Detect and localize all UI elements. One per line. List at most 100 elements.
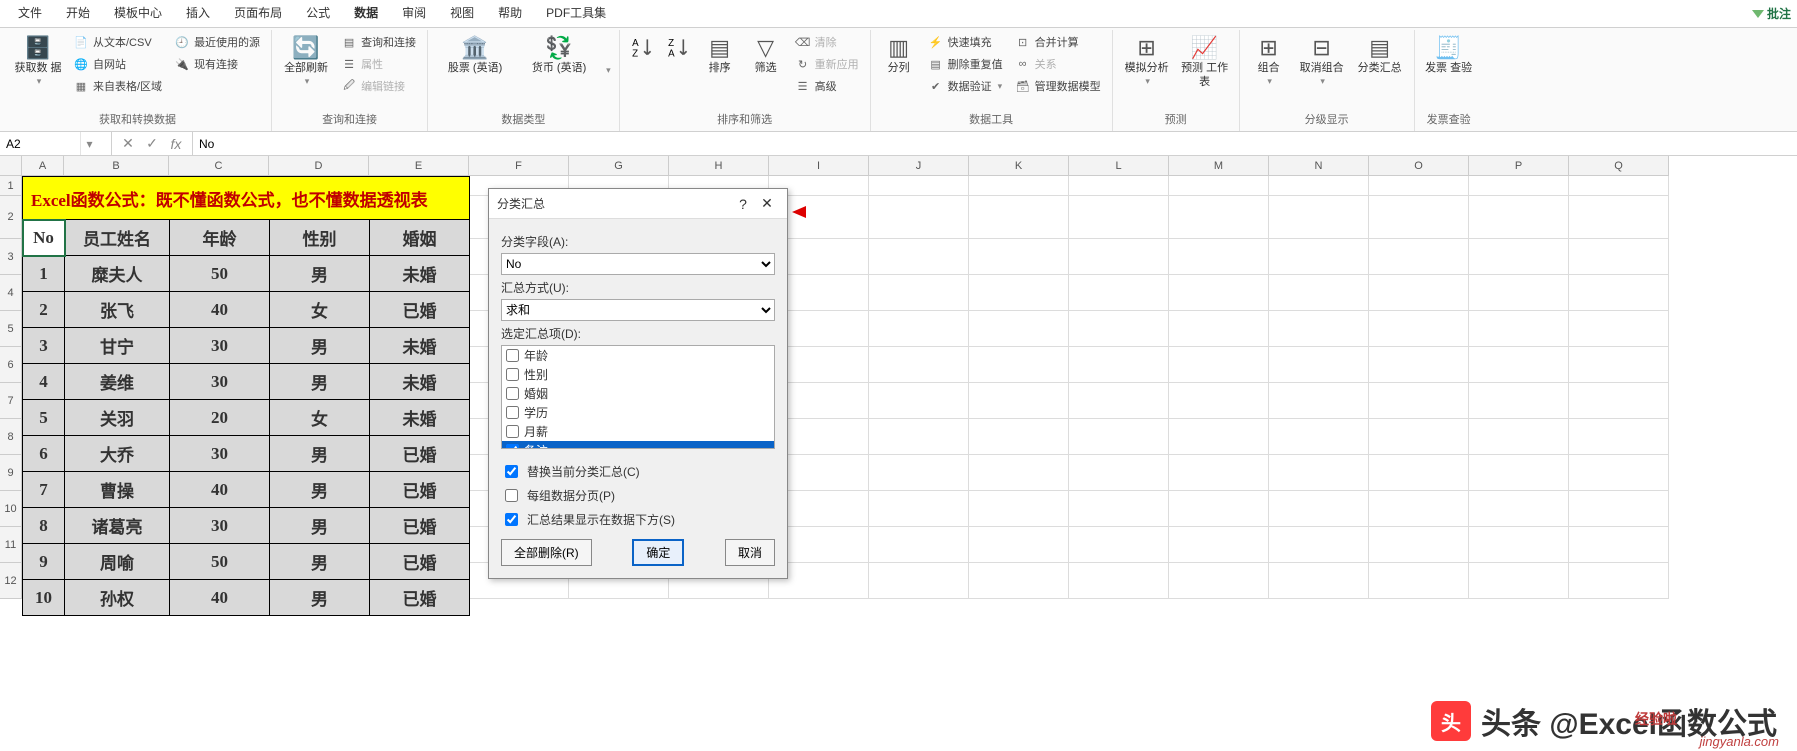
table-cell[interactable]: 已婚 <box>370 580 470 616</box>
cell[interactable] <box>1069 311 1169 347</box>
table-cell[interactable]: 女 <box>270 292 370 328</box>
cell[interactable] <box>1069 563 1169 599</box>
cell[interactable] <box>1469 239 1569 275</box>
currency-button[interactable]: 💱货币 (英语) <box>520 32 598 78</box>
listbox-item[interactable]: 备注 <box>502 441 774 449</box>
recent-sources-button[interactable]: 🕘最近使用的源 <box>171 32 263 52</box>
cell[interactable] <box>1269 419 1369 455</box>
table-cell[interactable]: 关羽 <box>65 400 170 436</box>
cell[interactable] <box>1369 275 1469 311</box>
menu-item-4[interactable]: 页面布局 <box>222 0 294 28</box>
accept-formula-button[interactable]: ✓ <box>142 135 162 152</box>
table-cell[interactable]: 未婚 <box>370 364 470 400</box>
table-cell[interactable]: 男 <box>270 472 370 508</box>
table-cell[interactable]: 7 <box>23 472 65 508</box>
cell[interactable] <box>1069 196 1169 239</box>
items-listbox[interactable]: 年龄性别婚姻学历月薪备注 <box>501 345 775 449</box>
row-header[interactable]: 8 <box>0 419 21 455</box>
remove-dup-button[interactable]: ▤删除重复值 <box>925 54 1006 74</box>
table-cell[interactable]: 10 <box>23 580 65 616</box>
menu-item-6[interactable]: 数据 <box>342 0 390 28</box>
cell[interactable] <box>1069 239 1169 275</box>
cell[interactable] <box>869 527 969 563</box>
listbox-checkbox[interactable] <box>506 406 519 419</box>
pagebreak-cb-input[interactable] <box>505 489 518 502</box>
existing-conn-button[interactable]: 🔌现有连接 <box>171 54 263 74</box>
row-header[interactable]: 2 <box>0 196 21 239</box>
table-header-cell[interactable]: No <box>23 220 65 256</box>
cell[interactable] <box>1069 275 1169 311</box>
table-header-cell[interactable]: 婚姻 <box>370 220 470 256</box>
table-cell[interactable]: 诸葛亮 <box>65 508 170 544</box>
cancel-button[interactable]: 取消 <box>725 539 775 566</box>
listbox-item[interactable]: 学历 <box>502 403 774 422</box>
cell[interactable] <box>1569 455 1669 491</box>
cell[interactable] <box>969 196 1069 239</box>
col-header[interactable]: L <box>1069 156 1169 175</box>
menu-item-7[interactable]: 审阅 <box>390 0 438 28</box>
cell[interactable] <box>1569 491 1669 527</box>
table-cell[interactable]: 男 <box>270 328 370 364</box>
below-cb-input[interactable] <box>505 513 518 526</box>
table-cell[interactable]: 30 <box>170 508 270 544</box>
table-cell[interactable]: 大乔 <box>65 436 170 472</box>
cell[interactable] <box>1469 491 1569 527</box>
table-cell[interactable]: 男 <box>270 580 370 616</box>
cell[interactable] <box>1569 419 1669 455</box>
cell[interactable] <box>869 196 969 239</box>
dialog-close-button[interactable]: ✕ <box>755 195 779 212</box>
table-cell[interactable]: 40 <box>170 580 270 616</box>
ungroup-button[interactable]: ⊟取消组合▾ <box>1296 32 1348 89</box>
stocks-button[interactable]: 🏛️股票 (英语) <box>436 32 514 78</box>
annotate-button[interactable]: 批注 <box>1752 5 1791 22</box>
cell[interactable] <box>1369 347 1469 383</box>
table-cell[interactable]: 周喻 <box>65 544 170 580</box>
cell[interactable] <box>869 347 969 383</box>
cell[interactable] <box>1269 527 1369 563</box>
cell[interactable] <box>969 527 1069 563</box>
table-cell[interactable]: 20 <box>170 400 270 436</box>
cell[interactable] <box>969 419 1069 455</box>
table-cell[interactable]: 张飞 <box>65 292 170 328</box>
cell[interactable] <box>1469 196 1569 239</box>
cell[interactable] <box>1569 311 1669 347</box>
spreadsheet-grid[interactable]: ABCDEFGHIJKLMNOPQ 123456789101112 Excel函… <box>0 156 1797 751</box>
table-cell[interactable]: 姜维 <box>65 364 170 400</box>
sort-asc-button[interactable]: AZ <box>628 32 658 64</box>
cell[interactable] <box>1269 176 1369 196</box>
formula-input[interactable] <box>193 135 1797 153</box>
cell[interactable] <box>1269 491 1369 527</box>
field-select[interactable]: No <box>501 253 775 275</box>
cell[interactable] <box>1169 527 1269 563</box>
dialog-help-button[interactable]: ? <box>731 196 755 212</box>
menu-item-1[interactable]: 开始 <box>54 0 102 28</box>
cell[interactable] <box>1469 455 1569 491</box>
table-cell[interactable]: 5 <box>23 400 65 436</box>
table-cell[interactable]: 40 <box>170 472 270 508</box>
cell[interactable] <box>869 563 969 599</box>
function-select[interactable]: 求和 <box>501 299 775 321</box>
cell[interactable] <box>1169 419 1269 455</box>
menu-item-0[interactable]: 文件 <box>6 0 54 28</box>
table-cell[interactable]: 已婚 <box>370 436 470 472</box>
table-cell[interactable]: 50 <box>170 544 270 580</box>
name-box-input[interactable] <box>0 135 80 153</box>
cell[interactable] <box>969 563 1069 599</box>
cell[interactable] <box>1169 239 1269 275</box>
cell[interactable] <box>1269 347 1369 383</box>
col-header[interactable]: F <box>469 156 569 175</box>
cell[interactable] <box>969 455 1069 491</box>
cell[interactable] <box>1469 527 1569 563</box>
row-header[interactable]: 4 <box>0 275 21 311</box>
cell[interactable] <box>869 311 969 347</box>
flash-fill-button[interactable]: ⚡快速填充 <box>925 32 1006 52</box>
cell[interactable] <box>1269 383 1369 419</box>
data-validation-button[interactable]: ✔数据验证▾ <box>925 76 1006 96</box>
table-cell[interactable]: 孙权 <box>65 580 170 616</box>
col-header[interactable]: A <box>22 156 64 175</box>
cell[interactable] <box>1169 563 1269 599</box>
table-cell[interactable]: 40 <box>170 292 270 328</box>
row-header[interactable]: 6 <box>0 347 21 383</box>
subtotal-button[interactable]: ▤分类汇总 <box>1354 32 1406 78</box>
pagebreak-checkbox[interactable]: 每组数据分页(P) <box>501 486 775 505</box>
